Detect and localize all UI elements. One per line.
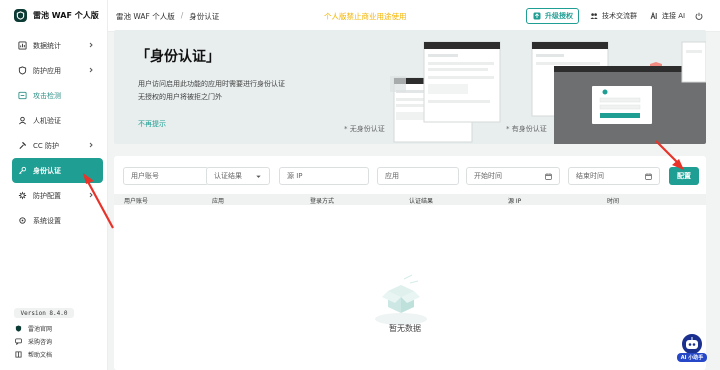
- brand-title: 雷池 WAF 个人版: [33, 11, 99, 20]
- column-header: 登录方式: [310, 198, 335, 205]
- top-header: 雷池 WAF 个人版 / 身份认证 个人版禁止商业用途使用 升级授权 技术交流群…: [108, 0, 720, 32]
- detect-icon: [18, 91, 27, 100]
- tech-group-button[interactable]: 技术交流群: [590, 8, 637, 24]
- config-button[interactable]: 配置: [669, 167, 699, 185]
- chart-icon: [18, 41, 27, 50]
- sidebar-item-cc[interactable]: CC 防护: [12, 133, 103, 158]
- sidebar-item-stats[interactable]: 数据统计: [12, 33, 103, 58]
- table-header: 用户账号 应用 登录方式 认证结果 源 IP 时间: [114, 194, 706, 205]
- upgrade-icon: [533, 12, 541, 20]
- column-header: 应用: [212, 198, 225, 205]
- gear-shield-icon: [18, 191, 27, 200]
- sidebar-nav: 数据统计 防护应用 攻击检测 人机验证 CC 防护 身份认证 防护配置 系统设置: [12, 33, 103, 233]
- sidebar-item-apps[interactable]: 防护应用: [12, 58, 103, 83]
- sidebar-links: 雷池官网 采购咨询 帮助文档: [15, 322, 52, 361]
- empty-text: 暂无数据: [389, 324, 421, 333]
- breadcrumb-item[interactable]: 雷池 WAF 个人版: [116, 11, 175, 22]
- sidebar-item-label: 系统设置: [33, 216, 61, 225]
- book-icon: [15, 351, 22, 358]
- column-header: 源 IP: [508, 198, 522, 205]
- ai-icon: [650, 12, 658, 20]
- sidebar-item-attack-detect[interactable]: 攻击检测: [12, 83, 103, 108]
- sidebar-item-identity-auth[interactable]: 身份认证: [12, 158, 103, 183]
- calendar-icon: [545, 173, 552, 180]
- safeline-logo-icon: [14, 9, 27, 22]
- breadcrumb-separator: /: [180, 11, 184, 20]
- upgrade-button[interactable]: 升级授权: [526, 8, 579, 24]
- user-account-input[interactable]: 用户账号: [123, 167, 209, 185]
- logout-button[interactable]: [695, 8, 703, 24]
- caret-down-icon: [255, 173, 262, 180]
- version-badge: Version 8.4.0: [14, 308, 74, 318]
- breadcrumb-item-current: 身份认证: [189, 12, 220, 21]
- sidebar-item-protect-config[interactable]: 防护配置: [12, 183, 103, 208]
- hammer-icon: [18, 141, 27, 150]
- end-time-picker[interactable]: 结束时间: [568, 167, 660, 185]
- logout-icon: [695, 12, 703, 20]
- column-header: 时间: [607, 198, 620, 205]
- auth-records-card: 用户账号 认证结果 源 IP 应用 开始时间 结束时间 配置 用户账号 应用 登…: [114, 156, 706, 370]
- sidebar-item-system-settings[interactable]: 系统设置: [12, 208, 103, 233]
- sidebar-item-label: 攻击检测: [33, 91, 61, 100]
- banner-description: 无授权的用户将被拒之门外: [138, 93, 222, 101]
- sidebar-item-label: 身份认证: [33, 166, 61, 175]
- sidebar-item-label: 人机验证: [33, 116, 61, 125]
- group-icon: [590, 12, 598, 20]
- chevron-right-icon: [89, 142, 93, 148]
- sidebar-item-label: 数据统计: [33, 41, 61, 50]
- chevron-right-icon: [89, 67, 93, 73]
- sidebar: 雷池 WAF 个人版 数据统计 防护应用 攻击检测 人机验证 CC 防护 身份认…: [0, 0, 108, 370]
- banner-description: 用户访问启用此功能的应用时需要进行身份认证: [138, 80, 285, 88]
- ai-helper-label: AI 小助手: [677, 353, 707, 362]
- key-icon: [18, 166, 27, 175]
- banner-title: 「身份认证」: [136, 49, 220, 65]
- caption-no-auth: * 无身份认证: [344, 125, 385, 133]
- empty-box-icon: [375, 274, 427, 325]
- app-input[interactable]: 应用: [377, 167, 459, 185]
- column-header: 认证结果: [409, 198, 434, 205]
- calendar-icon: [645, 173, 652, 180]
- link-purchase[interactable]: 采购咨询: [15, 335, 52, 348]
- gear-icon: [18, 216, 27, 225]
- column-header: 用户账号: [124, 198, 149, 205]
- dismiss-tip-link[interactable]: 不再提示: [138, 119, 166, 129]
- start-time-picker[interactable]: 开始时间: [466, 167, 560, 185]
- source-ip-input[interactable]: 源 IP: [279, 167, 369, 185]
- chevron-right-icon: [89, 192, 93, 198]
- sidebar-item-label: 防护配置: [33, 191, 61, 200]
- intro-banner: 「身份认证」 用户访问启用此功能的应用时需要进行身份认证 无授权的用户将被拒之门…: [114, 30, 706, 144]
- link-docs[interactable]: 帮助文档: [15, 348, 52, 361]
- home-shield-icon: [15, 325, 22, 332]
- ai-helper-button[interactable]: AI 小助手: [677, 332, 707, 364]
- caption-with-auth: * 有身份认证: [506, 125, 547, 133]
- link-official-site[interactable]: 雷池官网: [15, 322, 52, 335]
- shield-icon: [18, 66, 27, 75]
- chat-icon: [15, 338, 22, 345]
- license-notice: 个人版禁止商业用途使用: [324, 12, 407, 21]
- sidebar-item-human-verify[interactable]: 人机验证: [12, 108, 103, 133]
- user-verify-icon: [18, 116, 27, 125]
- breadcrumb: 雷池 WAF 个人版 / 身份认证: [116, 11, 219, 22]
- brand[interactable]: 雷池 WAF 个人版: [14, 9, 99, 22]
- sidebar-item-label: CC 防护: [33, 141, 60, 150]
- connect-ai-button[interactable]: 连接 AI: [650, 8, 685, 24]
- chevron-right-icon: [89, 42, 93, 48]
- sidebar-item-label: 防护应用: [33, 66, 61, 75]
- auth-result-select[interactable]: 认证结果: [206, 167, 270, 185]
